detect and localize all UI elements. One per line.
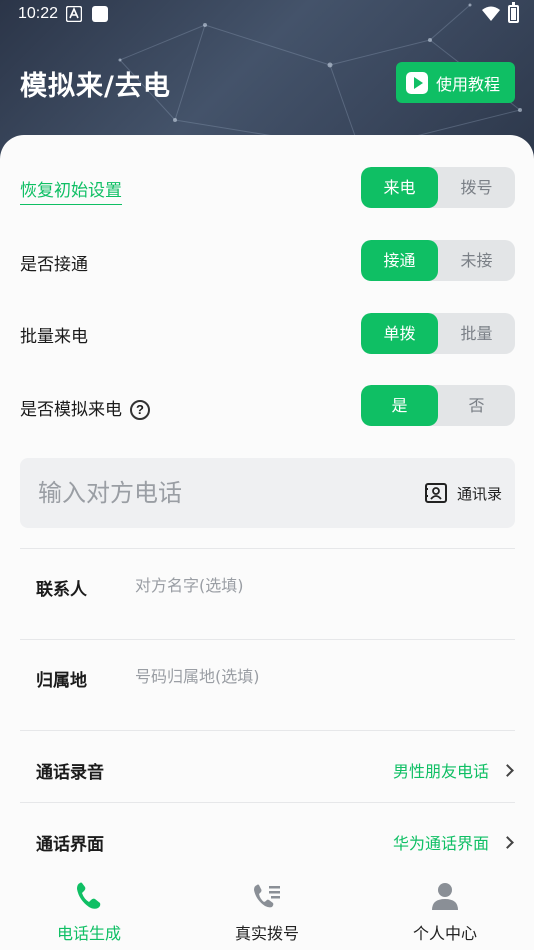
contacts-label: 通讯录	[457, 484, 503, 503]
divider	[20, 802, 515, 803]
simulate-label: 是否模拟来电	[20, 400, 122, 420]
divider	[20, 639, 515, 640]
simulate-row: 是否模拟来电?	[20, 395, 150, 420]
recording-selector[interactable]: 男性朋友电话	[392, 758, 514, 782]
interface-label: 通话界面	[36, 835, 104, 855]
option-dial[interactable]: 拨号	[438, 167, 515, 208]
option-missed[interactable]: 未接	[438, 240, 515, 281]
status-bar: 10:22	[0, 0, 534, 30]
connected-label: 是否接通	[20, 255, 88, 275]
option-no[interactable]: 否	[438, 385, 515, 426]
connected-toggle: 接通 未接	[361, 240, 515, 281]
restore-label: 恢复初始设置	[20, 181, 122, 205]
divider	[20, 548, 515, 549]
call-direction-toggle: 来电 拨号	[361, 167, 515, 208]
battery-icon	[508, 2, 519, 23]
status-time: 10:22	[18, 5, 59, 22]
contact-name-input[interactable]	[135, 571, 505, 599]
tutorial-label: 使用教程	[436, 74, 501, 94]
option-incoming[interactable]: 来电	[361, 167, 438, 208]
option-single[interactable]: 单拨	[361, 313, 438, 354]
chevron-right-icon	[501, 763, 514, 777]
contacts-icon	[425, 483, 447, 503]
nav-label: 真实拨号	[234, 924, 299, 943]
help-icon[interactable]: ?	[130, 400, 150, 420]
batch-toggle: 单拨 批量	[361, 313, 515, 354]
tutorial-button[interactable]: 使用教程	[396, 62, 515, 103]
recording-value: 男性朋友电话	[392, 762, 489, 781]
simulate-toggle: 是 否	[361, 385, 515, 426]
divider	[20, 730, 515, 731]
option-batch[interactable]: 批量	[438, 313, 515, 354]
nav-phone-generate[interactable]: 电话生成	[0, 872, 178, 950]
location-input[interactable]	[135, 662, 505, 690]
contacts-button[interactable]: 通讯录	[425, 480, 502, 506]
nav-personal-center[interactable]: 个人中心	[356, 872, 534, 950]
phone-icon	[77, 882, 101, 909]
phone-input-box: 通讯录	[20, 458, 515, 528]
play-icon	[406, 71, 428, 94]
location-label: 归属地	[36, 671, 87, 691]
chevron-right-icon	[501, 835, 514, 849]
phone-input[interactable]	[38, 476, 398, 510]
font-notification-icon	[66, 6, 82, 22]
interface-value: 华为通话界面	[392, 834, 489, 853]
page-title: 模拟来/去电	[20, 71, 171, 102]
interface-selector[interactable]: 华为通话界面	[392, 830, 514, 854]
batch-label: 批量来电	[20, 327, 88, 347]
nav-label: 个人中心	[412, 924, 477, 943]
recording-label: 通话录音	[36, 763, 104, 783]
nav-label: 电话生成	[56, 924, 121, 943]
dial-list-icon	[254, 884, 280, 908]
contact-label: 联系人	[36, 580, 87, 600]
wifi-icon	[482, 6, 500, 21]
option-yes[interactable]: 是	[361, 385, 438, 426]
nav-real-dial[interactable]: 真实拨号	[178, 872, 356, 950]
person-icon	[432, 883, 458, 910]
app-notification-icon	[92, 6, 108, 22]
restore-defaults-link[interactable]: 恢复初始设置	[20, 176, 122, 205]
option-connected[interactable]: 接通	[361, 240, 438, 281]
bottom-nav: 电话生成 真实拨号 个人中心	[0, 872, 534, 950]
